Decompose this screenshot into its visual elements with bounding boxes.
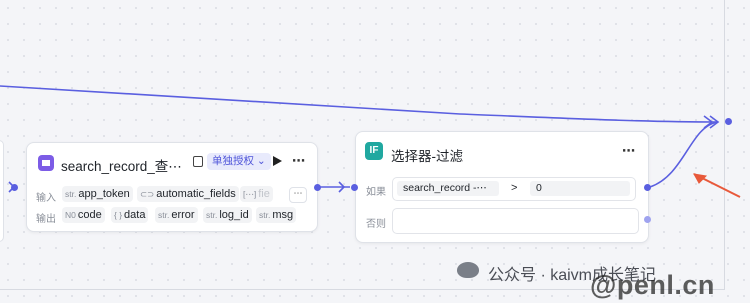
if-icon: IF bbox=[365, 142, 383, 160]
upstream-node-edge[interactable] bbox=[0, 140, 4, 242]
node-title: 选择器-过滤 bbox=[391, 149, 463, 164]
condition-operator[interactable]: > bbox=[511, 182, 517, 194]
else-branch-row[interactable] bbox=[392, 208, 639, 234]
input-label: 输入 bbox=[36, 193, 56, 204]
else-label: 否则 bbox=[366, 219, 386, 230]
output-param: str. log_id bbox=[203, 207, 252, 223]
if-node-input-port[interactable] bbox=[351, 184, 358, 191]
if-selector-node[interactable]: IF 选择器-过滤 ⋯ 如果 search_record -⋯ > 0 否则 bbox=[355, 131, 649, 243]
if-else-output-port[interactable] bbox=[644, 216, 651, 223]
condition-row[interactable]: search_record -⋯ > 0 bbox=[392, 177, 636, 201]
output-param: N0 code bbox=[62, 207, 105, 223]
condition-field-select[interactable]: search_record -⋯ bbox=[397, 181, 499, 196]
search-node-input-port[interactable] bbox=[11, 184, 18, 191]
watermark-site: @penl.cn bbox=[590, 270, 715, 300]
auth-dropdown[interactable]: 单独授权 ⌄ bbox=[207, 153, 271, 170]
input-param: [⋯] fie bbox=[240, 186, 273, 202]
auth-lock-icon bbox=[193, 156, 203, 167]
search-node-output-port[interactable] bbox=[314, 184, 321, 191]
node-title: search_record_查⋯ bbox=[61, 159, 182, 174]
node-more-icon[interactable]: ⋯ bbox=[622, 143, 635, 159]
edge-if-true bbox=[649, 121, 719, 188]
output-param: { } data bbox=[111, 207, 149, 223]
output-param: str. error bbox=[155, 207, 198, 223]
if-true-output-port[interactable] bbox=[644, 184, 651, 191]
run-icon[interactable] bbox=[273, 156, 282, 166]
plugin-icon bbox=[38, 155, 54, 171]
output-param: str. msg bbox=[256, 207, 297, 223]
edge-long bbox=[0, 85, 719, 123]
inputs-more-button[interactable]: ⋯ bbox=[289, 187, 307, 203]
if-label: 如果 bbox=[366, 187, 386, 198]
node-more-icon[interactable]: ⋯ bbox=[292, 153, 305, 169]
wechat-logo-icon bbox=[457, 262, 479, 278]
annotation-arrowhead-icon bbox=[693, 173, 708, 184]
output-label: 输出 bbox=[36, 214, 56, 225]
input-param: ⊂⊃ automatic_fields bbox=[137, 186, 239, 202]
input-param: str. app_token bbox=[62, 186, 133, 202]
end-node-input-port[interactable] bbox=[725, 118, 732, 125]
condition-value-input[interactable]: 0 bbox=[530, 181, 630, 196]
search-record-node[interactable]: search_record_查⋯ 单独授权 ⌄ ⋯ 输入 str. app_tok… bbox=[26, 142, 318, 232]
